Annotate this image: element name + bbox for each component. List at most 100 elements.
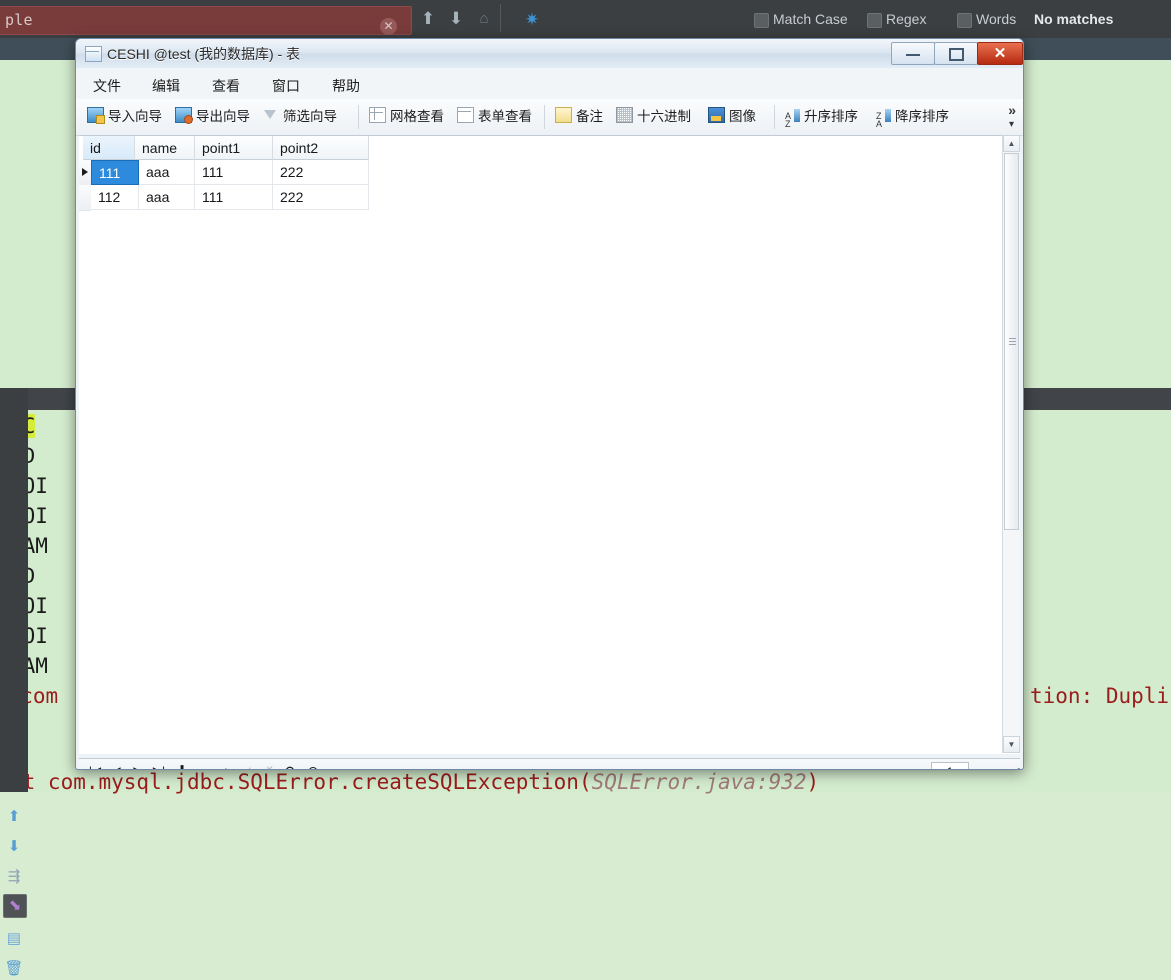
cell-point2[interactable]: 222: [273, 185, 369, 210]
sort-letter-bottom: Z: [785, 119, 791, 129]
export-wizard-button[interactable]: 导出向导: [175, 106, 250, 128]
arrow-up-icon[interactable]: ⬆: [418, 9, 438, 29]
add-record-button[interactable]: ✚: [173, 763, 191, 769]
refresh-button[interactable]: ⟳: [282, 763, 300, 769]
row-marker-icon: [79, 160, 91, 186]
apply-change-button[interactable]: ▲: [217, 763, 235, 769]
arrow-down-icon[interactable]: ⬇: [446, 9, 466, 29]
menu-item-window[interactable]: 窗口: [266, 74, 306, 98]
clear-circle-icon[interactable]: ✕: [380, 18, 397, 35]
minimize-icon: [906, 54, 920, 56]
cell-point2[interactable]: 222: [273, 160, 369, 185]
vertical-scrollbar[interactable]: ▲ ▼: [1002, 135, 1020, 753]
maximize-button[interactable]: [934, 42, 978, 65]
filter-icon[interactable]: ⌂: [474, 9, 494, 29]
export-wizard-icon: [175, 107, 193, 124]
scrollbar-thumb[interactable]: [1004, 153, 1019, 530]
words-checkbox[interactable]: [957, 13, 972, 28]
toolbar-divider: [358, 105, 359, 129]
diff-icon[interactable]: ⇶: [3, 866, 25, 888]
next-page-button[interactable]: →: [974, 763, 992, 769]
table-window-icon: [85, 46, 102, 62]
close-button[interactable]: ✕: [977, 42, 1023, 65]
minimize-button[interactable]: [891, 42, 935, 65]
grid-header-cell-point1[interactable]: point1: [195, 136, 273, 160]
divider: [500, 4, 501, 32]
import-wizard-button[interactable]: 导入向导: [87, 106, 162, 128]
sort-arrow: [885, 109, 891, 122]
export-wizard-label: 导出向导: [196, 109, 250, 124]
image-icon: [708, 107, 725, 123]
cancel-button[interactable]: ✗: [260, 763, 278, 769]
regex-label[interactable]: Regex: [886, 11, 926, 27]
image-label: 图像: [729, 109, 756, 124]
menu-item-file[interactable]: 文件: [87, 74, 127, 98]
form-view-button[interactable]: 表单查看: [457, 106, 532, 128]
menu-item-edit[interactable]: 编辑: [146, 74, 186, 98]
menu-item-help[interactable]: 帮助: [326, 74, 366, 98]
cell-id[interactable]: 111: [91, 160, 139, 185]
page-number-input[interactable]: 1: [931, 762, 969, 769]
cell-name[interactable]: aaa: [139, 160, 195, 185]
menu-item-view[interactable]: 查看: [206, 74, 246, 98]
table-row[interactable]: 111 aaa 111 222: [79, 160, 369, 186]
search-input[interactable]: ple ✕: [0, 6, 412, 35]
sort-ascending-button[interactable]: A Z 升序排序: [785, 106, 858, 129]
confirm-button[interactable]: ✓: [239, 763, 257, 769]
window-title: CESHI @test (我的数据库) - 表: [107, 46, 301, 62]
last-page-button[interactable]: ⇥: [995, 763, 1013, 769]
gear-icon[interactable]: ✷: [522, 10, 542, 30]
filter-wizard-icon: [264, 109, 279, 123]
cell-id[interactable]: 112: [91, 185, 139, 210]
previous-record-button[interactable]: ◀: [107, 763, 125, 769]
arrow-down-icon[interactable]: ⬇: [3, 836, 25, 858]
trash-icon[interactable]: 🗑: [3, 958, 25, 980]
grid-header-cell-name[interactable]: name: [135, 136, 195, 160]
search-result-status: No matches: [1034, 11, 1114, 27]
import-icon[interactable]: ⬊: [3, 894, 27, 918]
sort-ascending-icon: AZ: [785, 109, 800, 129]
words-label[interactable]: Words: [976, 11, 1016, 27]
match-case-label[interactable]: Match Case: [773, 11, 848, 27]
stop-button[interactable]: ⊘: [304, 763, 322, 769]
scroll-down-icon[interactable]: ▼: [1003, 736, 1020, 753]
regex-checkbox[interactable]: [867, 13, 882, 28]
grid-header-cell-point2[interactable]: point2: [273, 136, 369, 160]
grid-header-cell-id[interactable]: id: [83, 136, 135, 160]
hex-button[interactable]: 十六进制: [616, 106, 691, 128]
sort-descending-button[interactable]: Z A 降序排序: [876, 106, 949, 129]
table-row[interactable]: 112 aaa 111 222: [79, 185, 369, 211]
menu-bar: 文件 编辑 查看 窗口 帮助: [76, 68, 1023, 100]
find-toolbar: ple ✕ ⬆ ⬇ ⌂ ✷ Match Case Regex Words No …: [0, 0, 1171, 38]
grid-view-button[interactable]: 网格查看: [369, 106, 444, 128]
memo-icon: [555, 107, 572, 123]
delete-record-button[interactable]: ━: [195, 763, 213, 769]
cell-point1[interactable]: 111: [195, 160, 273, 185]
match-case-checkbox[interactable]: [754, 13, 769, 28]
sort-letter-bottom: A: [876, 119, 883, 129]
stacktrace-text: at com.mysql.jdbc.SQLError.createSQLExce…: [10, 770, 592, 794]
first-record-button[interactable]: |◀: [86, 763, 104, 769]
scissors-icon[interactable]: ✂: [1017, 764, 1023, 769]
chevron-down-icon[interactable]: ▾: [1009, 119, 1014, 130]
last-record-button[interactable]: ▶|: [150, 763, 168, 769]
import-wizard-label: 导入向导: [108, 109, 162, 124]
filter-wizard-button[interactable]: 筛选向导: [264, 106, 337, 128]
sort-descending-icon: ZA: [876, 109, 891, 129]
next-record-button[interactable]: ▶: [129, 763, 147, 769]
export-icon[interactable]: ▤: [3, 928, 25, 950]
arrow-up-icon[interactable]: ⬆: [3, 806, 25, 828]
toolbar-overflow-icon[interactable]: »: [1008, 102, 1016, 118]
cell-point1[interactable]: 111: [195, 185, 273, 210]
first-page-button[interactable]: ⇤: [891, 763, 909, 769]
previous-page-button[interactable]: ←: [912, 763, 930, 769]
window-titlebar[interactable]: CESHI @test (我的数据库) - 表 ✕: [76, 39, 1023, 69]
grid-view-icon: [369, 107, 386, 123]
cell-name[interactable]: aaa: [139, 185, 195, 210]
stacktrace-tail: ): [806, 770, 820, 794]
memo-button[interactable]: 备注: [555, 106, 603, 128]
navicat-table-window: CESHI @test (我的数据库) - 表 ✕ 文件 编辑 查看 窗口 帮助…: [75, 38, 1024, 770]
hex-label: 十六进制: [637, 109, 691, 124]
scroll-up-icon[interactable]: ▲: [1003, 135, 1020, 152]
image-button[interactable]: 图像: [708, 106, 756, 128]
